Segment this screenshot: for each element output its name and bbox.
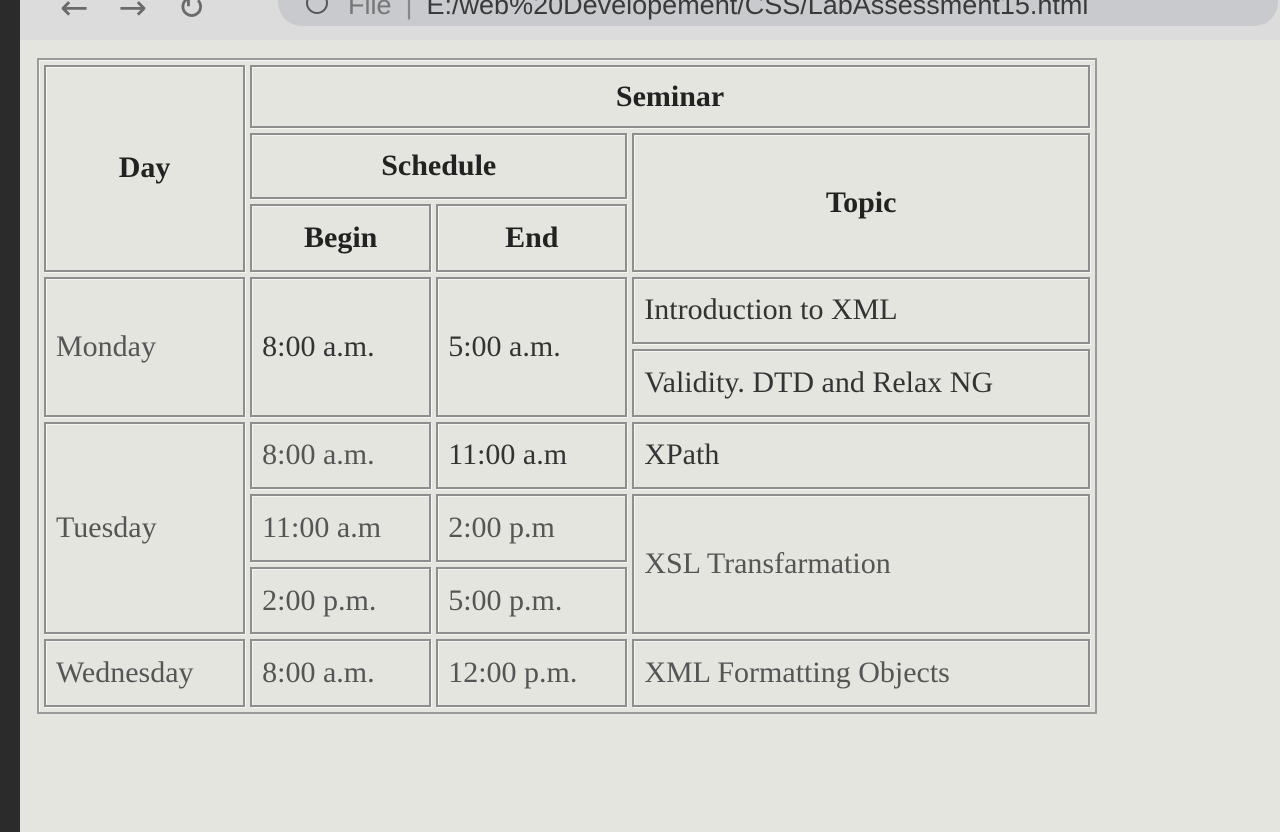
- url-text[interactable]: File | E:/web%20Developement/CSS/LabAssess…: [348, 0, 1088, 21]
- wednesday-end: 12:00 p.m.: [436, 639, 628, 707]
- tuesday-row1-begin: 8:00 a.m.: [250, 421, 432, 490]
- info-icon[interactable]: [306, 0, 328, 14]
- tuesday-row2-end: 2:00 p.m: [436, 494, 628, 562]
- screen-bezel: [0, 0, 20, 832]
- monday-topic-2: Validity. DTD and Relax NG: [632, 349, 1090, 417]
- url-scheme-label: File: [348, 0, 392, 20]
- page-content: Day Seminar Schedule Topic Begin End Mon…: [20, 40, 1280, 832]
- tuesday-row1-end: 11:00 a.m: [436, 421, 628, 490]
- header-schedule: Schedule: [250, 133, 628, 199]
- monday-end: 5:00 a.m.: [436, 276, 628, 417]
- back-arrow-icon[interactable]: ←: [60, 0, 119, 28]
- monday-begin: 8:00 a.m.: [250, 276, 432, 417]
- address-bar[interactable]: File | E:/web%20Developement/CSS/LabAssess…: [278, 0, 1278, 26]
- monday-topic-1: Introduction to XML: [632, 276, 1090, 345]
- header-day: Day: [44, 65, 246, 272]
- url-separator: |: [405, 0, 413, 20]
- tuesday-row3-begin: 2:00 p.m.: [250, 566, 432, 635]
- url-path: E:/web%20Developement/CSS/LabAssessment1…: [426, 0, 1089, 20]
- wednesday-topic: XML Formatting Objects: [632, 639, 1090, 707]
- header-topic: Topic: [632, 133, 1090, 272]
- tuesday-row3-end: 5:00 p.m.: [436, 566, 628, 635]
- wednesday-begin: 8:00 a.m.: [250, 639, 432, 707]
- header-begin: Begin: [250, 203, 432, 272]
- forward-arrow-icon[interactable]: →: [119, 0, 178, 28]
- day-tuesday: Tuesday: [44, 421, 246, 635]
- tuesday-row2-begin: 11:00 a.m: [250, 494, 432, 562]
- header-seminar: Seminar: [250, 65, 1090, 129]
- header-end: End: [436, 203, 628, 272]
- tuesday-row1-topic: XPath: [632, 421, 1090, 490]
- tuesday-row2-topic: XSL Transfarmation: [632, 494, 1090, 635]
- day-wednesday: Wednesday: [44, 639, 246, 707]
- day-monday: Monday: [44, 276, 246, 417]
- nav-buttons[interactable]: ←→↻: [60, 0, 236, 28]
- browser-toolbar: ←→↻ File | E:/web%20Developement/CSS/LabAs…: [20, 0, 1280, 40]
- seminar-table: Day Seminar Schedule Topic Begin End Mon…: [37, 58, 1097, 714]
- reload-icon[interactable]: ↻: [177, 0, 236, 28]
